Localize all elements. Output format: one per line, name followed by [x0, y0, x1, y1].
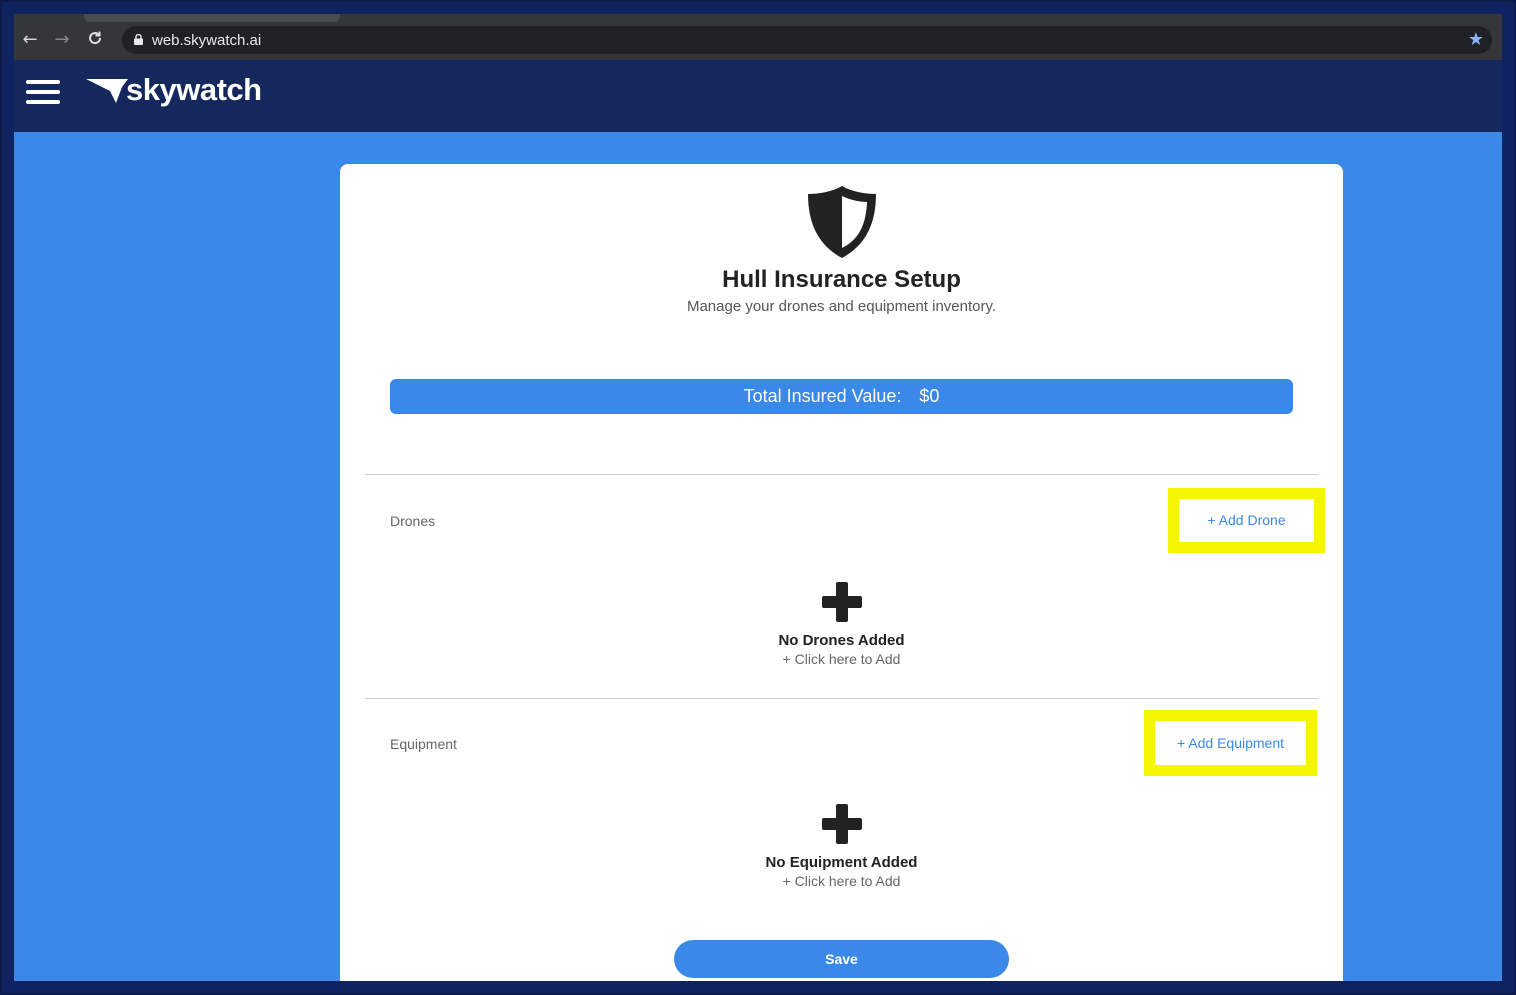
plus-icon: [821, 582, 862, 622]
hamburger-icon[interactable]: [26, 80, 60, 106]
forward-icon[interactable]: →: [52, 30, 72, 50]
page-title: Hull Insurance Setup: [722, 266, 961, 293]
no-equipment-title: No Equipment Added: [765, 854, 918, 871]
section-divider: [365, 474, 1318, 475]
no-drones-add-link[interactable]: + Click here to Add: [340, 651, 1343, 667]
section-divider: [365, 698, 1318, 699]
screenshot-frame: ← → web.skywatch.ai ★ skywatch Hull Insu…: [2, 2, 1514, 993]
skywatch-logo[interactable]: skywatch: [86, 72, 262, 108]
no-drones-title: No Drones Added: [778, 632, 905, 649]
star-icon[interactable]: ★: [1468, 29, 1484, 50]
plus-icon: [821, 804, 862, 844]
reload-icon[interactable]: [85, 30, 105, 50]
total-insured-label: Total Insured Value:: [743, 386, 902, 406]
browser-tab[interactable]: [84, 14, 340, 22]
no-equipment-add-link[interactable]: + Click here to Add: [340, 873, 1343, 889]
url-text[interactable]: web.skywatch.ai: [152, 32, 261, 49]
equipment-empty-state[interactable]: No Equipment Added + Click here to Add: [340, 802, 1343, 889]
total-insured-value-bar: Total Insured Value: $0: [390, 379, 1293, 414]
back-icon[interactable]: ←: [20, 30, 40, 50]
drones-empty-state[interactable]: No Drones Added + Click here to Add: [340, 580, 1343, 667]
equipment-section-label: Equipment: [390, 736, 457, 752]
drones-section-label: Drones: [390, 513, 436, 529]
lock-icon: [134, 34, 143, 45]
page-subtitle: Manage your drones and equipment invento…: [686, 298, 997, 315]
browser-toolbar: ← → web.skywatch.ai ★: [14, 14, 1502, 60]
app-header: skywatch: [14, 60, 1502, 132]
logo-text: skywatch: [126, 72, 262, 107]
hull-insurance-card: Hull Insurance Setup Manage your drones …: [340, 164, 1343, 981]
skywatch-logo-icon: [86, 79, 128, 103]
shield-icon: [808, 186, 876, 258]
address-bar[interactable]: web.skywatch.ai ★: [122, 26, 1492, 54]
save-button[interactable]: Save: [674, 940, 1009, 978]
total-insured-value: $0: [919, 386, 940, 406]
add-drone-button[interactable]: + Add Drone: [1179, 499, 1314, 542]
add-equipment-button[interactable]: + Add Equipment: [1155, 721, 1306, 765]
